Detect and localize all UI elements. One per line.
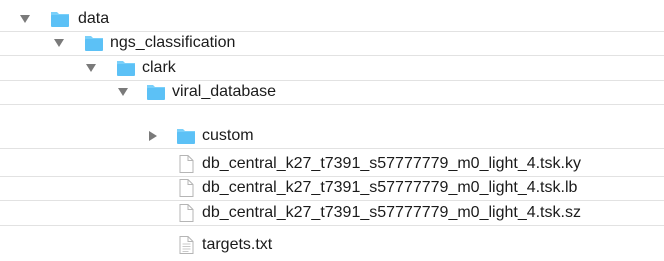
text-file-icon	[176, 236, 196, 254]
tree-label: data	[78, 10, 110, 27]
document-icon	[176, 179, 196, 197]
tree-label: db_central_k27_t7391_s57777779_m0_light_…	[202, 179, 578, 196]
tree-label: ngs_classification	[110, 34, 236, 51]
tree-row-clark[interactable]: clark	[0, 56, 664, 81]
expanded-triangle-icon[interactable]	[54, 38, 64, 48]
expanded-triangle-icon[interactable]	[20, 14, 30, 24]
expanded-triangle-icon[interactable]	[118, 87, 128, 97]
tree-row-file-sz[interactable]: db_central_k27_t7391_s57777779_m0_light_…	[0, 201, 664, 226]
tree-label: viral_database	[172, 83, 277, 100]
document-icon	[176, 204, 196, 222]
tree-row-file-ky[interactable]: db_central_k27_t7391_s57777779_m0_light_…	[0, 152, 664, 177]
tree-label: db_central_k27_t7391_s57777779_m0_light_…	[202, 155, 581, 172]
tree-row-custom[interactable]: custom	[0, 124, 664, 149]
folder-icon	[146, 83, 166, 101]
folder-icon	[84, 34, 104, 52]
tree-label: custom	[202, 127, 254, 144]
document-icon	[176, 155, 196, 173]
tree-row-data[interactable]: data	[0, 7, 664, 32]
tree-label: db_central_k27_t7391_s57777779_m0_light_…	[202, 204, 581, 221]
file-tree: data ngs_classification clark viral_data…	[0, 0, 664, 261]
folder-icon	[176, 127, 196, 145]
tree-row-targets[interactable]: targets.txt	[0, 233, 664, 257]
folder-icon	[116, 59, 136, 77]
folder-icon	[50, 10, 70, 28]
tree-row-ngs-classification[interactable]: ngs_classification	[0, 31, 664, 56]
collapsed-triangle-icon[interactable]	[148, 131, 158, 141]
tree-label: targets.txt	[202, 236, 273, 253]
tree-label: clark	[142, 59, 176, 76]
tree-row-file-lb[interactable]: db_central_k27_t7391_s57777779_m0_light_…	[0, 176, 664, 201]
tree-row-viral-database[interactable]: viral_database	[0, 80, 664, 105]
expanded-triangle-icon[interactable]	[86, 63, 96, 73]
